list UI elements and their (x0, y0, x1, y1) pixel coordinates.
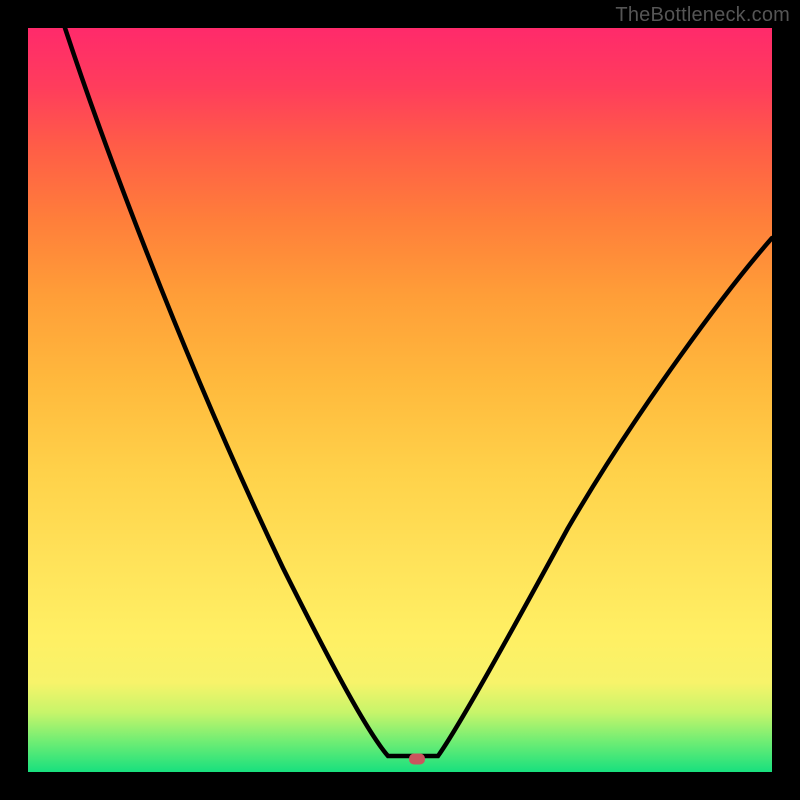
plot-area (28, 28, 772, 772)
bottleneck-curve (28, 28, 772, 772)
chart-frame: TheBottleneck.com (0, 0, 800, 800)
watermark-text: TheBottleneck.com (615, 4, 790, 27)
